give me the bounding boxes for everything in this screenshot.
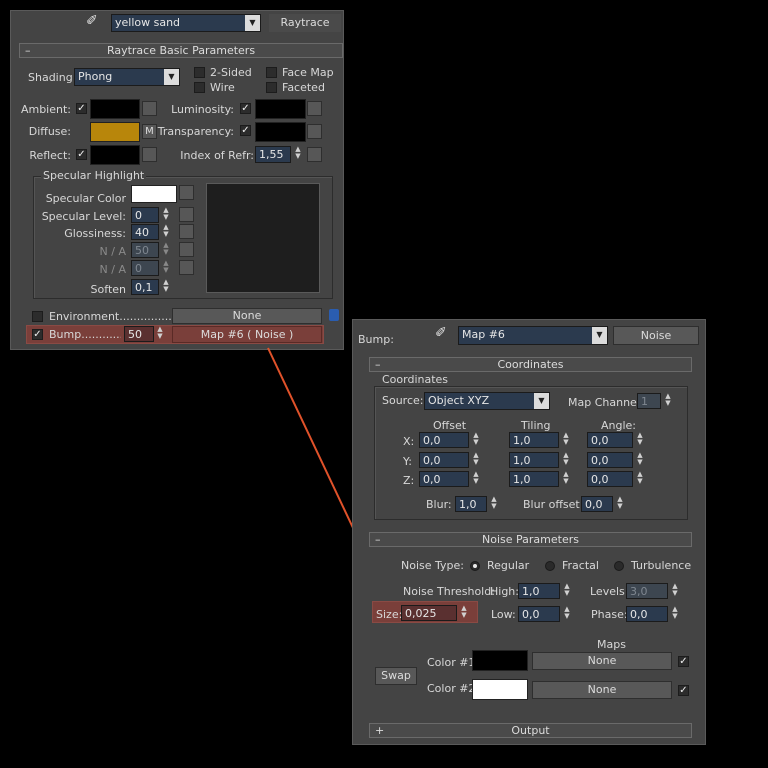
size-field[interactable]: 0,025	[401, 605, 457, 621]
offset-header: Offset	[433, 419, 467, 432]
rollout-title: Output	[511, 724, 550, 737]
high-label: High:	[490, 585, 519, 598]
chevron-down-icon: ▼	[592, 327, 607, 344]
coordinates-group-title: Coordinates	[380, 373, 451, 386]
maps-header: Maps	[597, 638, 626, 651]
rollout-coordinates[interactable]: – Coordinates	[369, 357, 692, 372]
map-channel-spinner: ▲ ▼	[663, 393, 673, 409]
z-offset-field[interactable]: 0,0	[419, 471, 469, 487]
rollout-noise-parameters[interactable]: – Noise Parameters	[369, 532, 692, 547]
phase-spinner[interactable]: ▲ ▼	[670, 606, 680, 622]
rollout-title: Coordinates	[497, 358, 564, 371]
z-angle-field[interactable]: 0,0	[587, 471, 633, 487]
chevron-down-icon: ▼	[534, 393, 549, 409]
phase-label: Phase:	[591, 608, 628, 621]
y-offset-field[interactable]: 0,0	[419, 452, 469, 468]
regular-radio[interactable]	[470, 561, 480, 571]
color1-map-checkbox[interactable]: ✓	[678, 656, 689, 667]
z-tiling-spinner[interactable]: ▲ ▼	[561, 471, 571, 487]
bump-slot-label: Bump:	[358, 333, 394, 346]
rollout-output[interactable]: + Output	[369, 723, 692, 738]
low-label: Low:	[491, 608, 516, 621]
noise-threshold-label: Noise Threshold:	[403, 585, 495, 598]
low-spinner[interactable]: ▲ ▼	[562, 606, 572, 622]
source-label: Source:	[382, 394, 424, 407]
blur-field[interactable]: 1,0	[455, 496, 487, 512]
y-offset-spinner[interactable]: ▲ ▼	[471, 452, 481, 468]
z-label: Z:	[403, 474, 415, 487]
tiling-header: Tiling	[521, 419, 551, 432]
high-field[interactable]: 1,0	[518, 583, 560, 599]
size-label: Size:	[376, 608, 403, 621]
y-label: Y:	[403, 455, 412, 468]
color2-map-checkbox[interactable]: ✓	[678, 685, 689, 696]
low-field[interactable]: 0,0	[518, 606, 560, 622]
y-tiling-field[interactable]: 1,0	[509, 452, 559, 468]
collapse-icon: –	[375, 533, 381, 546]
color2-map-button[interactable]: None	[532, 681, 672, 699]
fractal-radio[interactable]	[545, 561, 555, 571]
map-channel-label: Map Channel:	[568, 396, 644, 409]
x-label: X:	[403, 435, 415, 448]
color1-map-button[interactable]: None	[532, 652, 672, 670]
color2-swatch[interactable]	[472, 679, 528, 700]
map-type-button[interactable]: Noise	[613, 326, 699, 345]
color2-label: Color #2	[427, 682, 476, 695]
collapse-icon: –	[375, 358, 381, 371]
color1-label: Color #1	[427, 656, 476, 669]
map-name: Map #6	[462, 328, 505, 341]
angle-header: Angle:	[601, 419, 637, 432]
map-channel-field: 1	[637, 393, 661, 409]
noise-type-label: Noise Type:	[401, 559, 464, 572]
swap-button[interactable]: Swap	[375, 667, 417, 685]
y-angle-spinner[interactable]: ▲ ▼	[635, 452, 645, 468]
blur-label: Blur:	[426, 498, 452, 511]
x-tiling-field[interactable]: 1,0	[509, 432, 559, 448]
levels-field: 3,0	[626, 583, 668, 599]
z-offset-spinner[interactable]: ▲ ▼	[471, 471, 481, 487]
map-name-dropdown[interactable]: Map #6 ▼	[458, 326, 608, 345]
color1-swatch[interactable]	[472, 650, 528, 671]
y-angle-field[interactable]: 0,0	[587, 452, 633, 468]
blur-offset-field[interactable]: 0,0	[581, 496, 613, 512]
y-tiling-spinner[interactable]: ▲ ▼	[561, 452, 571, 468]
x-offset-field[interactable]: 0,0	[419, 432, 469, 448]
turbulence-radio[interactable]	[614, 561, 624, 571]
rollout-title: Noise Parameters	[482, 533, 579, 546]
source-value: Object XYZ	[428, 394, 490, 407]
noise-map-panel: Bump: ✐ Map #6 ▼ Noise – Coordinates Coo…	[352, 319, 706, 745]
expand-icon: +	[375, 724, 385, 737]
z-angle-spinner[interactable]: ▲ ▼	[635, 471, 645, 487]
size-spinner[interactable]: ▲ ▼	[459, 605, 469, 621]
levels-label: Levels:	[590, 585, 629, 598]
blur-spinner[interactable]: ▲ ▼	[489, 496, 499, 512]
x-tiling-spinner[interactable]: ▲ ▼	[561, 432, 571, 448]
eyedropper-icon[interactable]: ✐	[435, 326, 447, 340]
source-dropdown[interactable]: Object XYZ ▼	[424, 392, 550, 410]
x-angle-spinner[interactable]: ▲ ▼	[635, 432, 645, 448]
x-angle-field[interactable]: 0,0	[587, 432, 633, 448]
high-spinner[interactable]: ▲ ▼	[562, 583, 572, 599]
turbulence-label: Turbulence	[631, 559, 692, 572]
z-tiling-field[interactable]: 1,0	[509, 471, 559, 487]
x-offset-spinner[interactable]: ▲ ▼	[471, 432, 481, 448]
levels-spinner: ▲ ▼	[670, 583, 680, 599]
regular-label: Regular	[487, 559, 530, 572]
fractal-label: Fractal	[562, 559, 599, 572]
blur-offset-label: Blur offset:	[523, 498, 584, 511]
phase-field[interactable]: 0,0	[626, 606, 668, 622]
blur-offset-spinner[interactable]: ▲ ▼	[615, 496, 625, 512]
